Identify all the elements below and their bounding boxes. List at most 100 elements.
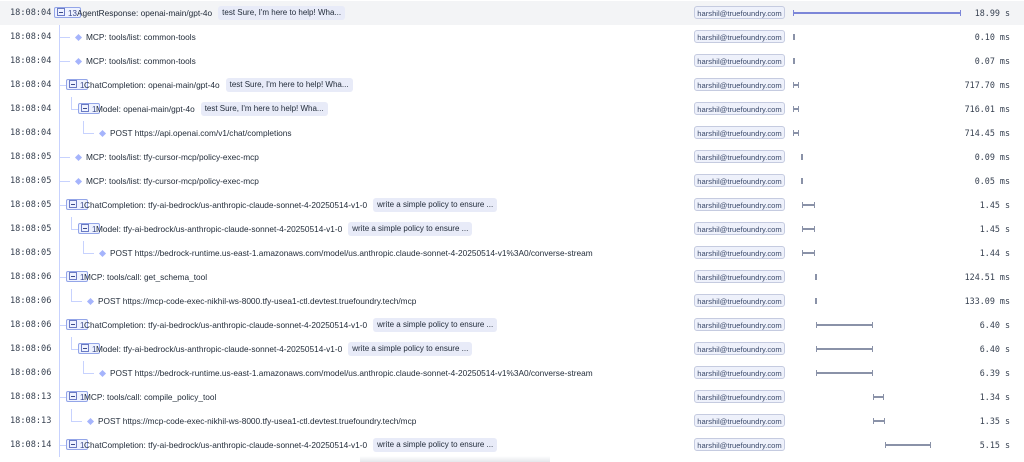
span-name[interactable]: MCP: tools/list: tfy-cursor-mcp/policy-e…: [86, 169, 259, 193]
span-name[interactable]: MCP: tools/list: common-tools: [86, 25, 196, 49]
trace-row[interactable]: 18:08:05 POST https://bedrock-runtime.us-…: [0, 241, 1024, 265]
trace-row[interactable]: 18:08:13 POST https://mcp-code-exec-nikhi…: [0, 409, 1024, 433]
timeline-bar-end: [960, 10, 961, 16]
span-duration: 133.09 ms: [964, 296, 1010, 306]
leaf-node-icon: [86, 417, 95, 425]
user-badge: harshil@truefoundry.com: [694, 438, 785, 451]
span-preview[interactable]: test Sure, I'm here to help! Wha...: [225, 78, 353, 92]
leaf-node-icon: [98, 129, 107, 137]
collapse-icon: [69, 440, 77, 448]
span-preview[interactable]: write a simple policy to ensure ...: [348, 222, 473, 236]
span-name[interactable]: MCP: tools/call: compile_policy_tool: [84, 385, 216, 409]
span-name[interactable]: POST https://mcp-code-exec-nikhil-ws-800…: [98, 289, 416, 313]
span-preview[interactable]: test Sure, I'm here to help! Wha...: [200, 102, 328, 116]
user-badge: harshil@truefoundry.com: [694, 222, 785, 235]
tree-guide-line: [71, 217, 72, 229]
timeline-bar-end: [798, 106, 800, 112]
timestamp: 18:08:05: [10, 200, 52, 210]
trace-row[interactable]: 18:08:04 13 AgentResponse: openai-main/gpt…: [0, 1, 1024, 25]
user-badge: harshil@truefoundry.com: [694, 102, 785, 115]
trace-row[interactable]: 18:08:14 1 ChatCompletion: tfy-ai-bedrock/…: [0, 433, 1024, 457]
timestamp: 18:08:14: [10, 440, 52, 450]
span-name[interactable]: Model: openai-main/gpt-4o: [96, 97, 195, 121]
trace-row[interactable]: 18:08:05 MCP: tools/list: tfy-cursor-mcp/…: [0, 169, 1024, 193]
timestamp: 18:08:04: [10, 104, 52, 114]
span-name[interactable]: ChatCompletion: openai-main/gpt-4o: [84, 73, 220, 97]
user-badge: harshil@truefoundry.com: [694, 198, 785, 211]
span-name[interactable]: POST https://api.openai.com/v1/chat/comp…: [110, 121, 292, 145]
trace-row[interactable]: 18:08:06 1 MCP: tools/call: get_schema_too…: [0, 265, 1024, 289]
span-name[interactable]: ChatCompletion: tfy-ai-bedrock/us-anthro…: [84, 193, 367, 217]
span-duration: 0.05 ms: [974, 176, 1010, 186]
tree-guide-line: [71, 289, 72, 301]
user-badge: harshil@truefoundry.com: [694, 318, 785, 331]
trace-row[interactable]: 18:08:04 MCP: tools/list: common-tools har…: [0, 49, 1024, 73]
trace-row[interactable]: 18:08:05 1 Model: tfy-ai-bedrock/us-anthro…: [0, 217, 1024, 241]
span-name[interactable]: Model: tfy-ai-bedrock/us-anthropic-claud…: [96, 217, 342, 241]
span-name[interactable]: MCP: tools/list: tfy-cursor-mcp/policy-e…: [86, 145, 259, 169]
trace-row[interactable]: 18:08:04 MCP: tools/list: common-tools har…: [0, 25, 1024, 49]
leaf-node-icon: [74, 153, 83, 161]
user-badge: harshil@truefoundry.com: [694, 6, 785, 19]
trace-row[interactable]: 18:08:06 POST https://bedrock-runtime.us-…: [0, 361, 1024, 385]
trace-row[interactable]: 18:08:13 1 MCP: tools/call: compile_policy…: [0, 385, 1024, 409]
span-name[interactable]: POST https://bedrock-runtime.us-east-1.a…: [110, 241, 593, 265]
span-duration: 0.07 ms: [974, 56, 1010, 66]
timeline-bar: [816, 372, 873, 374]
timeline-bar-start: [801, 202, 803, 208]
trace-row[interactable]: 18:08:06 POST https://mcp-code-exec-nikhi…: [0, 289, 1024, 313]
tree-guide-line: [71, 409, 72, 421]
tree-guide-line: [71, 97, 72, 109]
trace-row[interactable]: 18:08:04 1 ChatCompletion: openai-main/gpt…: [0, 73, 1024, 97]
span-duration: 1.45 s: [979, 200, 1010, 210]
user-badge: harshil@truefoundry.com: [694, 30, 785, 43]
span-preview[interactable]: write a simple policy to ensure ...: [348, 342, 473, 356]
tree-connector: [83, 133, 94, 134]
timeline-bar: [793, 12, 961, 14]
span-preview[interactable]: write a simple policy to ensure ...: [373, 438, 498, 452]
timeline-bar-start: [885, 442, 886, 448]
collapse-icon: [69, 200, 77, 208]
span-preview[interactable]: write a simple policy to ensure ...: [373, 318, 498, 332]
span-duration: 0.10 ms: [974, 32, 1010, 42]
timeline-bar: [816, 324, 873, 326]
trace-row[interactable]: 18:08:04 1 Model: openai-main/gpt-4o test S…: [0, 97, 1024, 121]
tree-guide-line: [83, 241, 84, 253]
span-name[interactable]: ChatCompletion: tfy-ai-bedrock/us-anthro…: [84, 433, 367, 457]
timestamp: 18:08:04: [10, 80, 52, 90]
tree-connector: [71, 421, 82, 422]
timestamp: 18:08:13: [10, 416, 52, 426]
timestamp: 18:08:13: [10, 392, 52, 402]
timeline-bar-end: [813, 202, 815, 208]
span-name[interactable]: POST https://bedrock-runtime.us-east-1.a…: [110, 361, 593, 385]
span-name[interactable]: ChatCompletion: tfy-ai-bedrock/us-anthro…: [84, 313, 367, 337]
timeline-bar-start: [793, 130, 794, 136]
span-name[interactable]: MCP: tools/list: common-tools: [86, 49, 196, 73]
span-name[interactable]: Model: tfy-ai-bedrock/us-anthropic-claud…: [96, 337, 342, 361]
timestamp: 18:08:06: [10, 296, 52, 306]
span-preview[interactable]: write a simple policy to ensure ...: [373, 198, 498, 212]
trace-row[interactable]: 18:08:06 1 Model: tfy-ai-bedrock/us-anthro…: [0, 337, 1024, 361]
timeline-bar-end: [871, 322, 873, 328]
trace-row[interactable]: 18:08:06 1 ChatCompletion: tfy-ai-bedrock/…: [0, 313, 1024, 337]
user-badge: harshil@truefoundry.com: [694, 174, 785, 187]
timeline-bar-start: [793, 10, 794, 16]
collapse-icon: [69, 272, 77, 280]
timestamp: 18:08:05: [10, 176, 52, 186]
timeline-bar-start: [793, 106, 794, 112]
span-duration: 1.34 s: [979, 392, 1010, 402]
trace-row[interactable]: 18:08:05 1 ChatCompletion: tfy-ai-bedrock/…: [0, 193, 1024, 217]
timeline-bar: [793, 34, 795, 40]
trace-row[interactable]: 18:08:05 MCP: tools/list: tfy-cursor-mcp/…: [0, 145, 1024, 169]
user-badge: harshil@truefoundry.com: [694, 390, 785, 403]
timeline-bar-start: [801, 226, 803, 232]
span-name[interactable]: AgentResponse: openai-main/gpt-4o: [77, 1, 212, 25]
timeline-bar-end: [871, 370, 873, 376]
span-name[interactable]: MCP: tools/call: get_schema_tool: [84, 265, 207, 289]
span-preview[interactable]: test Sure, I'm here to help! Wha...: [218, 6, 346, 20]
span-name[interactable]: POST https://mcp-code-exec-nikhil-ws-800…: [98, 409, 416, 433]
span-duration: 18.99 s: [974, 8, 1010, 18]
user-badge: harshil@truefoundry.com: [694, 246, 785, 259]
tree-connector: [83, 373, 94, 374]
trace-row[interactable]: 18:08:04 POST https://api.openai.com/v1/c…: [0, 121, 1024, 145]
